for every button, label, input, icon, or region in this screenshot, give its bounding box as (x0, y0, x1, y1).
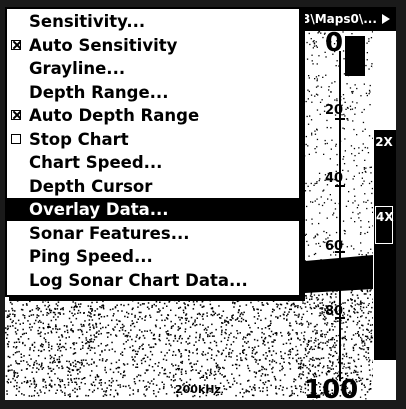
menu-item-label: Stop Chart (29, 129, 129, 149)
menu-item-label: Overlay Data... (29, 200, 169, 219)
right-triangle-icon (382, 14, 390, 24)
menu-item-auto-depth-range[interactable]: Auto Depth Range (7, 104, 299, 127)
menu-item-label: Depth Cursor (29, 176, 153, 196)
menu-item-sensitivity[interactable]: Sensitivity... (7, 10, 299, 33)
menu-item-log-sonar-chart-data[interactable]: Log Sonar Chart Data... (7, 269, 299, 292)
menu-item-auto-sensitivity[interactable]: Auto Sensitivity (7, 34, 299, 57)
zoom-4x-indicator: 4X (375, 206, 394, 244)
menu-item-label: Log Sonar Chart Data... (29, 270, 248, 290)
zoom-bar[interactable]: 2X 4X (374, 130, 396, 360)
depth-label-60: 60 (325, 239, 344, 254)
menu-item-label: Auto Sensitivity (29, 35, 178, 55)
surface-clutter (345, 36, 365, 76)
checked-checkbox-icon[interactable] (11, 39, 21, 50)
menu-item-stop-chart[interactable]: Stop Chart (7, 128, 299, 151)
depth-label-20: 20 (325, 103, 344, 118)
menu-item-grayline[interactable]: Grayline... (7, 57, 299, 80)
bottom-echo (305, 255, 373, 293)
menu-item-sonar-features[interactable]: Sonar Features... (7, 222, 299, 245)
menu-item-ping-speed[interactable]: Ping Speed... (7, 245, 299, 268)
sonar-screen: 3\Maps0\... 0 20 40 60 80 100 200kHz 2X … (0, 0, 406, 409)
menu-item-overlay-data[interactable]: Overlay Data... (7, 198, 299, 221)
sonar-context-menu: Sensitivity... Auto Sensitivity Grayline..… (5, 7, 301, 297)
depth-bottom-label: 100 (304, 375, 359, 405)
frame-right (396, 0, 406, 409)
unchecked-checkbox-icon[interactable] (11, 133, 21, 144)
frequency-label: 200kHz (175, 383, 221, 396)
menu-item-label: Sensitivity... (29, 12, 146, 31)
menu-item-depth-range[interactable]: Depth Range... (7, 81, 299, 104)
menu-item-label: Depth Range... (29, 82, 169, 102)
zoom-2x-indicator: 2X (375, 135, 393, 149)
menu-item-label: Ping Speed... (29, 247, 153, 266)
title-bar: 3\Maps0\... (298, 7, 396, 31)
depth-top-label: 0 (325, 28, 344, 58)
depth-label-80: 80 (325, 304, 344, 319)
checked-checkbox-icon[interactable] (11, 110, 21, 120)
menu-item-label: Sonar Features... (29, 223, 190, 243)
menu-item-label: Chart Speed... (29, 153, 163, 172)
menu-item-chart-speed[interactable]: Chart Speed... (7, 151, 299, 174)
menu-item-label: Auto Depth Range (29, 106, 200, 125)
depth-label-40: 40 (325, 171, 344, 186)
frame-top (0, 0, 406, 7)
menu-item-label: Grayline... (29, 59, 126, 78)
menu-item-depth-cursor[interactable]: Depth Cursor (7, 175, 299, 198)
